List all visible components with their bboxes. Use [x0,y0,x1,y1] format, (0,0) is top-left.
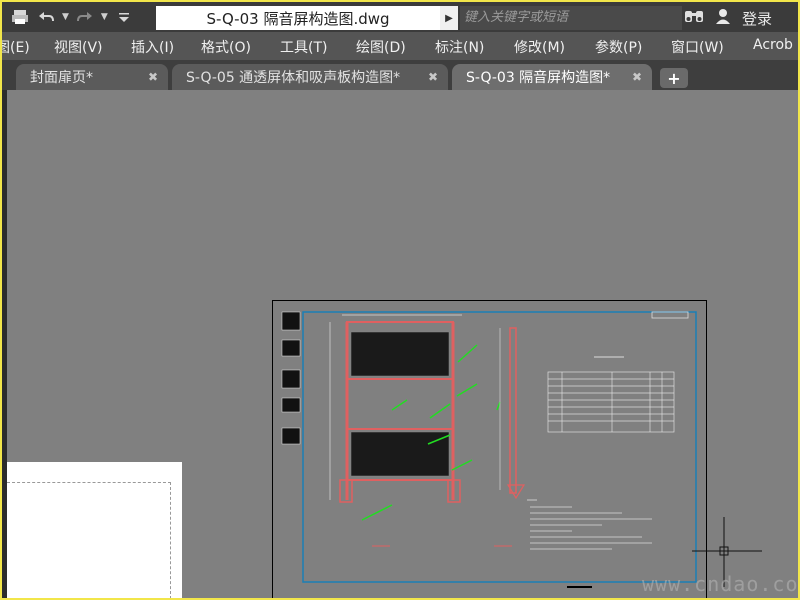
menu-edit[interactable]: 图(E) [2,37,30,57]
close-icon[interactable]: ✖ [428,70,438,84]
file-title: S-Q-03 隔音屏构造图.dwg [156,6,440,30]
title-bar-right: 登录 [684,6,772,30]
menu-tools[interactable]: 工具(T) [280,37,327,57]
cad-drawing[interactable] [272,300,712,600]
tab-label: 封面扉页* [30,70,93,86]
menu-bar: 图(E) 视图(V) 插入(I) 格式(O) 工具(T) 绘图(D) 标注(N)… [2,32,798,60]
login-link[interactable]: 登录 [742,8,772,29]
app-window: ▼ ▼ S-Q-03 隔音屏构造图.dwg ▶ 键入关键字或短语 登录 图(E)… [0,0,800,600]
search-input[interactable]: 键入关键字或短语 [460,6,682,30]
menu-window[interactable]: 窗口(W) [671,37,724,57]
undo-dropdown-icon[interactable]: ▼ [62,12,69,22]
menu-format[interactable]: 格式(O) [201,37,251,57]
print-icon[interactable] [10,7,30,27]
tab-label: S-Q-03 隔音屏构造图* [466,70,611,86]
tab-label: S-Q-05 通透屏体和吸声板构造图* [186,70,401,86]
undo-icon[interactable] [36,7,56,27]
quick-access-toolbar: ▼ ▼ [10,6,134,28]
menu-view[interactable]: 视图(V) [54,37,103,57]
menu-parameters[interactable]: 参数(P) [595,37,642,57]
menu-draw[interactable]: 绘图(D) [356,37,406,57]
binoculars-icon[interactable] [684,7,704,29]
menu-modify[interactable]: 修改(M) [514,37,565,57]
menu-acrobat[interactable]: Acrob [753,37,793,53]
close-icon[interactable]: ✖ [148,70,158,84]
menu-insert[interactable]: 插入(I) [131,37,174,57]
tab-s-q-05[interactable]: S-Q-05 通透屏体和吸声板构造图* ✖ [172,64,448,90]
layout-sheet [7,462,182,598]
watermark-text: www.cndao.com [642,572,800,596]
user-icon[interactable] [714,7,732,29]
customize-toolbar-icon[interactable] [114,7,134,27]
close-icon[interactable]: ✖ [632,70,642,84]
redo-dropdown-icon[interactable]: ▼ [101,12,108,22]
new-tab-button[interactable]: + [660,68,688,88]
tab-s-q-03[interactable]: S-Q-03 隔音屏构造图* ✖ [452,64,652,90]
sheet-margin-line [7,482,171,598]
title-bar: ▼ ▼ S-Q-03 隔音屏构造图.dwg ▶ 键入关键字或短语 登录 [2,2,798,32]
redo-icon[interactable] [75,7,95,27]
play-arrow-icon[interactable]: ▶ [440,6,458,30]
tab-cover[interactable]: 封面扉页* ✖ [16,64,168,90]
menu-dimension[interactable]: 标注(N) [435,37,484,57]
